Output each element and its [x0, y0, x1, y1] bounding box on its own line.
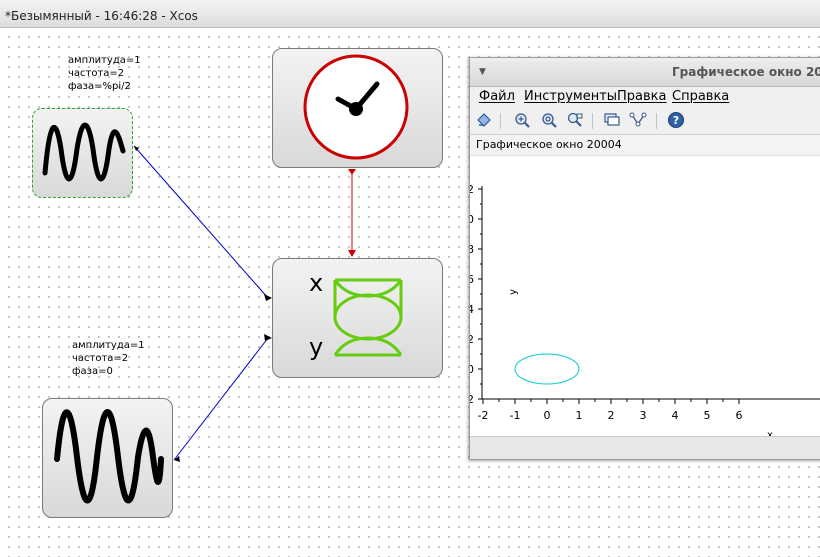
x-tick-label: 1: [576, 409, 583, 422]
x-tick-label: 3: [640, 409, 647, 422]
graphics-subtitle-text: Графическое окно 20004: [476, 138, 622, 151]
datatip-edit-icon[interactable]: [629, 111, 647, 129]
xy-scope-block[interactable]: x y: [272, 258, 443, 378]
zoom-in-icon[interactable]: [513, 111, 531, 129]
graphics-window-titlebar[interactable]: ▼ Графическое окно 20004: [470, 58, 820, 87]
zoom-fit-icon[interactable]: [566, 111, 584, 129]
y-tick-label: 4: [470, 303, 474, 316]
x-tick-label: 4: [672, 409, 679, 422]
sine-generator-block-2[interactable]: [42, 398, 173, 518]
x-tick-label: 6: [736, 409, 743, 422]
window-menu-icon[interactable]: ▼: [479, 67, 486, 77]
x-tick-label: -2: [478, 409, 489, 422]
x-tick-label: 5: [704, 409, 711, 422]
rotate-icon[interactable]: [475, 111, 493, 129]
sine-generator-block-1[interactable]: [32, 108, 133, 198]
sine-wave-icon: [42, 122, 126, 182]
zoom-out-icon[interactable]: [540, 111, 558, 129]
x-tick-label: 0: [544, 409, 551, 422]
param-line: амплитуда=1: [68, 55, 141, 66]
graphics-window-title: Графическое окно 20004: [672, 65, 820, 79]
clock-block[interactable]: [272, 48, 443, 168]
graphics-menubar: Файл Инструменты Правка Справка: [470, 86, 820, 108]
svg-text:?: ?: [673, 114, 679, 127]
param-line: частота=2: [68, 68, 125, 79]
y-tick-label: 10: [470, 213, 474, 226]
param-line: амплитуда=1: [72, 340, 145, 351]
y-tick-label: 0: [470, 363, 474, 376]
y-axis-label: y: [508, 289, 519, 295]
y-tick-label: 2: [470, 333, 474, 346]
xy-plot: -2024681012-2-10123456yx: [460, 183, 820, 441]
y-tick-label: 12: [470, 183, 474, 196]
series-ellipse: [514, 353, 580, 385]
plot-area[interactable]: -2024681012-2-10123456yx: [460, 156, 820, 441]
param-line: фаза=0: [72, 366, 113, 377]
x-tick-label: 2: [608, 409, 615, 422]
x-tick-label: -1: [510, 409, 521, 422]
menu-tools[interactable]: Инструменты: [524, 89, 617, 104]
graphics-statusbar: [470, 436, 820, 459]
menu-file[interactable]: Файл: [479, 89, 515, 104]
sine-block-2-params: амплитуда=1 частота=2 фаза=0: [72, 339, 145, 378]
sine-block-1-params: амплитуда=1 частота=2 фаза=%pi/2: [68, 54, 141, 93]
y-tick-label: 8: [470, 243, 474, 256]
window-titlebar: *Безымянный - 16:46:28 - Xcos: [0, 0, 820, 28]
sine-wave-icon: [54, 409, 164, 504]
help-icon[interactable]: ?: [667, 111, 685, 129]
y-tick-label: -2: [470, 393, 474, 406]
graphics-window[interactable]: ▼ Графическое окно 20004 Файл Инструмент…: [460, 57, 820, 460]
param-line: частота=2: [72, 353, 129, 364]
scope-icon: [333, 278, 403, 357]
param-line: фаза=%pi/2: [68, 81, 131, 92]
clock-icon: [303, 54, 409, 160]
y-tick-label: 6: [470, 273, 474, 286]
menu-help[interactable]: Справка: [672, 89, 729, 104]
datatip-icon[interactable]: [603, 111, 621, 129]
window-title: *Безымянный - 16:46:28 - Xcos: [5, 9, 198, 23]
graphics-toolbar: ?: [470, 108, 820, 135]
graphics-subtitle: Графическое окно 20004: [470, 135, 820, 156]
menu-edit[interactable]: Правка: [617, 89, 666, 104]
